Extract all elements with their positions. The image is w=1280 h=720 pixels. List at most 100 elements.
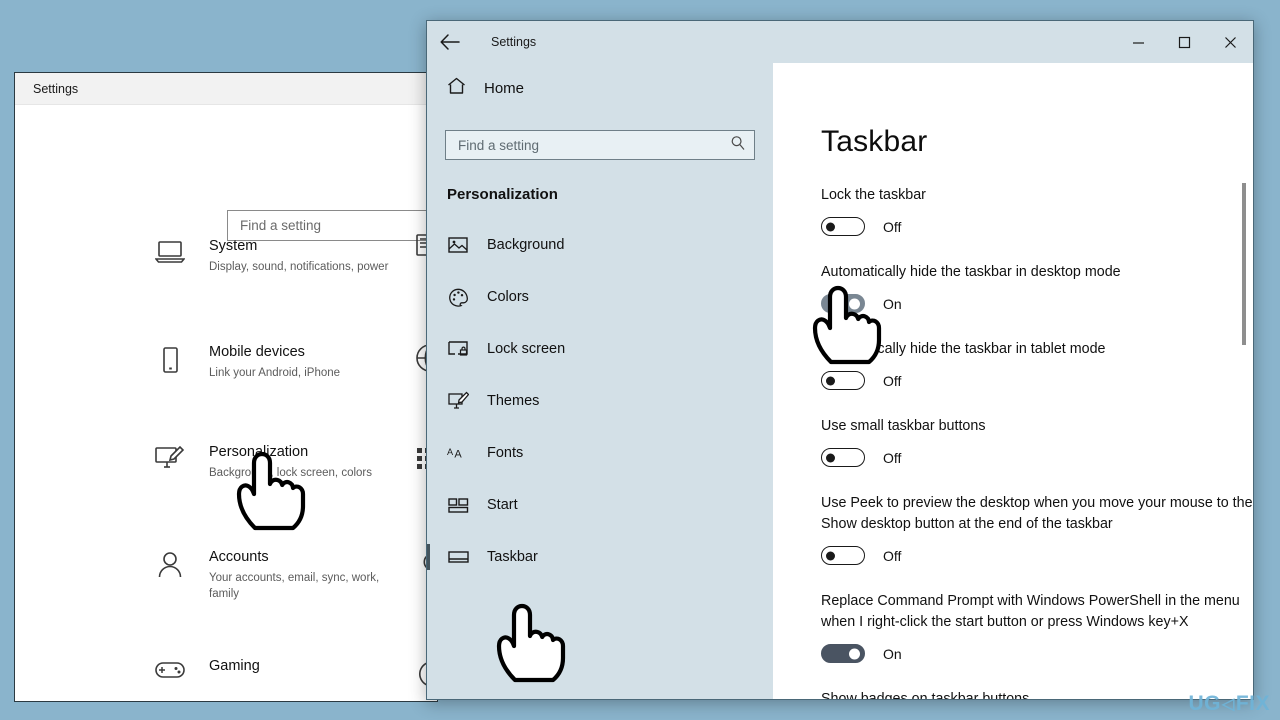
sidebar-item-themes[interactable]: Themes	[427, 375, 773, 427]
back-button[interactable]	[427, 21, 473, 63]
toggle-state-label: Off	[883, 449, 902, 466]
themes-brush-icon	[447, 391, 469, 411]
toggle-state-label: On	[883, 295, 902, 312]
taskbar-icon	[447, 550, 469, 565]
setting-label: Automatically hide the taskbar in tablet…	[821, 341, 1106, 357]
sidebar-item-label: Fonts	[487, 445, 524, 461]
sidebar-item-background[interactable]: Background	[427, 219, 773, 271]
desktop: Settings Find a setting System Display, …	[0, 0, 1280, 720]
setting-label: Use small taskbar buttons	[821, 418, 986, 434]
sidebar-search-placeholder: Find a setting	[458, 137, 540, 153]
sidebar-item-label: Background	[487, 237, 565, 253]
toggle-state-label: Off	[883, 547, 902, 564]
toggle-replace-command-prompt[interactable]	[821, 644, 865, 663]
svg-text:A: A	[447, 447, 454, 457]
setting-toggle-row: Off	[821, 371, 1253, 390]
watermark-text-right: FIX	[1235, 692, 1270, 715]
settings-content: Taskbar Lock the taskbar Off Automatical…	[773, 63, 1253, 699]
background-category-accounts[interactable]: Accounts Your accounts, email, sync, wor…	[153, 548, 437, 602]
sidebar-search-input[interactable]: Find a setting	[445, 130, 755, 160]
content-scrollbar-thumb[interactable]	[1242, 183, 1246, 345]
sidebar-item-label: Start	[487, 497, 518, 513]
start-tiles-icon	[447, 497, 469, 514]
toggle-small-taskbar-buttons[interactable]	[821, 448, 865, 467]
toggle-lock-the-taskbar[interactable]	[821, 217, 865, 236]
toggle-state-label: On	[883, 645, 902, 662]
palette-icon	[447, 288, 469, 307]
sidebar-item-lock-screen[interactable]: Lock screen	[427, 323, 773, 375]
setting-toggle-row: On	[821, 644, 1253, 663]
toggle-state-label: Off	[883, 218, 902, 235]
setting-small-taskbar-buttons: Use small taskbar buttons Off	[821, 416, 1253, 467]
setting-toggle-row: Off	[821, 448, 1253, 467]
sidebar-item-fonts[interactable]: AA Fonts	[427, 427, 773, 479]
close-button[interactable]	[1207, 21, 1253, 63]
image-icon	[447, 236, 469, 254]
category-description: Display, sound, notifications, power	[209, 261, 389, 273]
sidebar-item-start[interactable]: Start	[427, 479, 773, 531]
category-description: Link your Android, iPhone	[209, 367, 341, 379]
sidebar-category-heading: Personalization	[447, 186, 558, 203]
setting-label: Automatically hide the taskbar in deskto…	[821, 264, 1121, 280]
background-category-system[interactable]: System Display, sound, notifications, po…	[153, 237, 437, 275]
setting-use-peek: Use Peek to preview the desktop when you…	[821, 493, 1253, 565]
toggle-auto-hide-tablet[interactable]	[821, 371, 865, 390]
lock-screen-icon	[447, 340, 469, 358]
sidebar-item-colors[interactable]: Colors	[427, 271, 773, 323]
sidebar-nav-list: Background Colors Lock screen Themes A A…	[427, 219, 773, 583]
phone-icon	[153, 343, 187, 381]
settings-window[interactable]: Settings Home Find a setting Personaliza…	[426, 20, 1254, 700]
background-category-gaming[interactable]: Gaming	[153, 657, 437, 681]
category-name: System	[209, 238, 258, 254]
sidebar-item-home[interactable]: Home	[427, 68, 773, 108]
background-search-placeholder: Find a setting	[240, 218, 322, 233]
background-window-titlebar: Settings	[15, 73, 437, 105]
category-description: Background, lock screen, colors	[209, 467, 372, 479]
settings-main: Home Find a setting Personalization Back…	[427, 63, 1253, 699]
laptop-icon	[153, 237, 187, 275]
setting-toggle-row: Off	[821, 546, 1253, 565]
setting-toggle-row: On	[821, 294, 1253, 313]
fonts-aa-icon: AA	[447, 444, 469, 462]
background-window-title: Settings	[33, 81, 79, 96]
settings-sidebar: Home Find a setting Personalization Back…	[427, 63, 773, 699]
background-category-mobile-devices[interactable]: Mobile devices Link your Android, iPhone	[153, 343, 437, 381]
home-icon	[447, 77, 466, 100]
background-category-text: Personalization Background, lock screen,…	[209, 443, 372, 481]
setting-replace-command-prompt: Replace Command Prompt with Windows Powe…	[821, 591, 1253, 663]
category-name: Personalization	[209, 444, 309, 460]
minimize-button[interactable]	[1115, 21, 1161, 63]
background-window-body: Find a setting System Display, sound, no…	[15, 105, 437, 701]
background-category-text: Gaming	[209, 657, 260, 681]
gamepad-icon	[153, 657, 187, 681]
settings-window-title: Settings	[491, 35, 537, 49]
watermark-text-left: UG	[1188, 692, 1222, 715]
background-settings-window[interactable]: Settings Find a setting System Display, …	[14, 72, 438, 702]
setting-label: Use Peek to preview the desktop when you…	[821, 495, 1253, 532]
sidebar-item-label: Themes	[487, 393, 540, 409]
setting-auto-hide-tablet: Automatically hide the taskbar in tablet…	[821, 339, 1253, 390]
sidebar-item-label: Colors	[487, 289, 529, 305]
category-name: Gaming	[209, 658, 260, 674]
search-icon	[730, 135, 746, 156]
setting-lock-the-taskbar: Lock the taskbar Off	[821, 185, 1253, 236]
watermark-mark-icon: ◁	[1222, 696, 1235, 713]
background-category-text: Accounts Your accounts, email, sync, wor…	[209, 548, 389, 602]
category-name: Mobile devices	[209, 344, 305, 360]
background-category-personalization[interactable]: Personalization Background, lock screen,…	[153, 443, 437, 481]
window-controls	[1115, 21, 1253, 63]
category-description: Your accounts, email, sync, work, family	[209, 572, 380, 600]
toggle-auto-hide-desktop[interactable]	[821, 294, 865, 313]
background-category-text: Mobile devices Link your Android, iPhone	[209, 343, 340, 381]
page-title: Taskbar	[821, 125, 928, 158]
sidebar-item-taskbar[interactable]: Taskbar	[427, 531, 773, 583]
personalization-icon	[153, 443, 187, 481]
toggle-use-peek[interactable]	[821, 546, 865, 565]
toggle-state-label: Off	[883, 372, 902, 389]
setting-label: Replace Command Prompt with Windows Powe…	[821, 593, 1240, 630]
person-icon	[153, 548, 187, 602]
sidebar-item-label: Taskbar	[487, 549, 538, 565]
background-category-text: System Display, sound, notifications, po…	[209, 237, 388, 275]
category-name: Accounts	[209, 549, 269, 565]
maximize-button[interactable]	[1161, 21, 1207, 63]
